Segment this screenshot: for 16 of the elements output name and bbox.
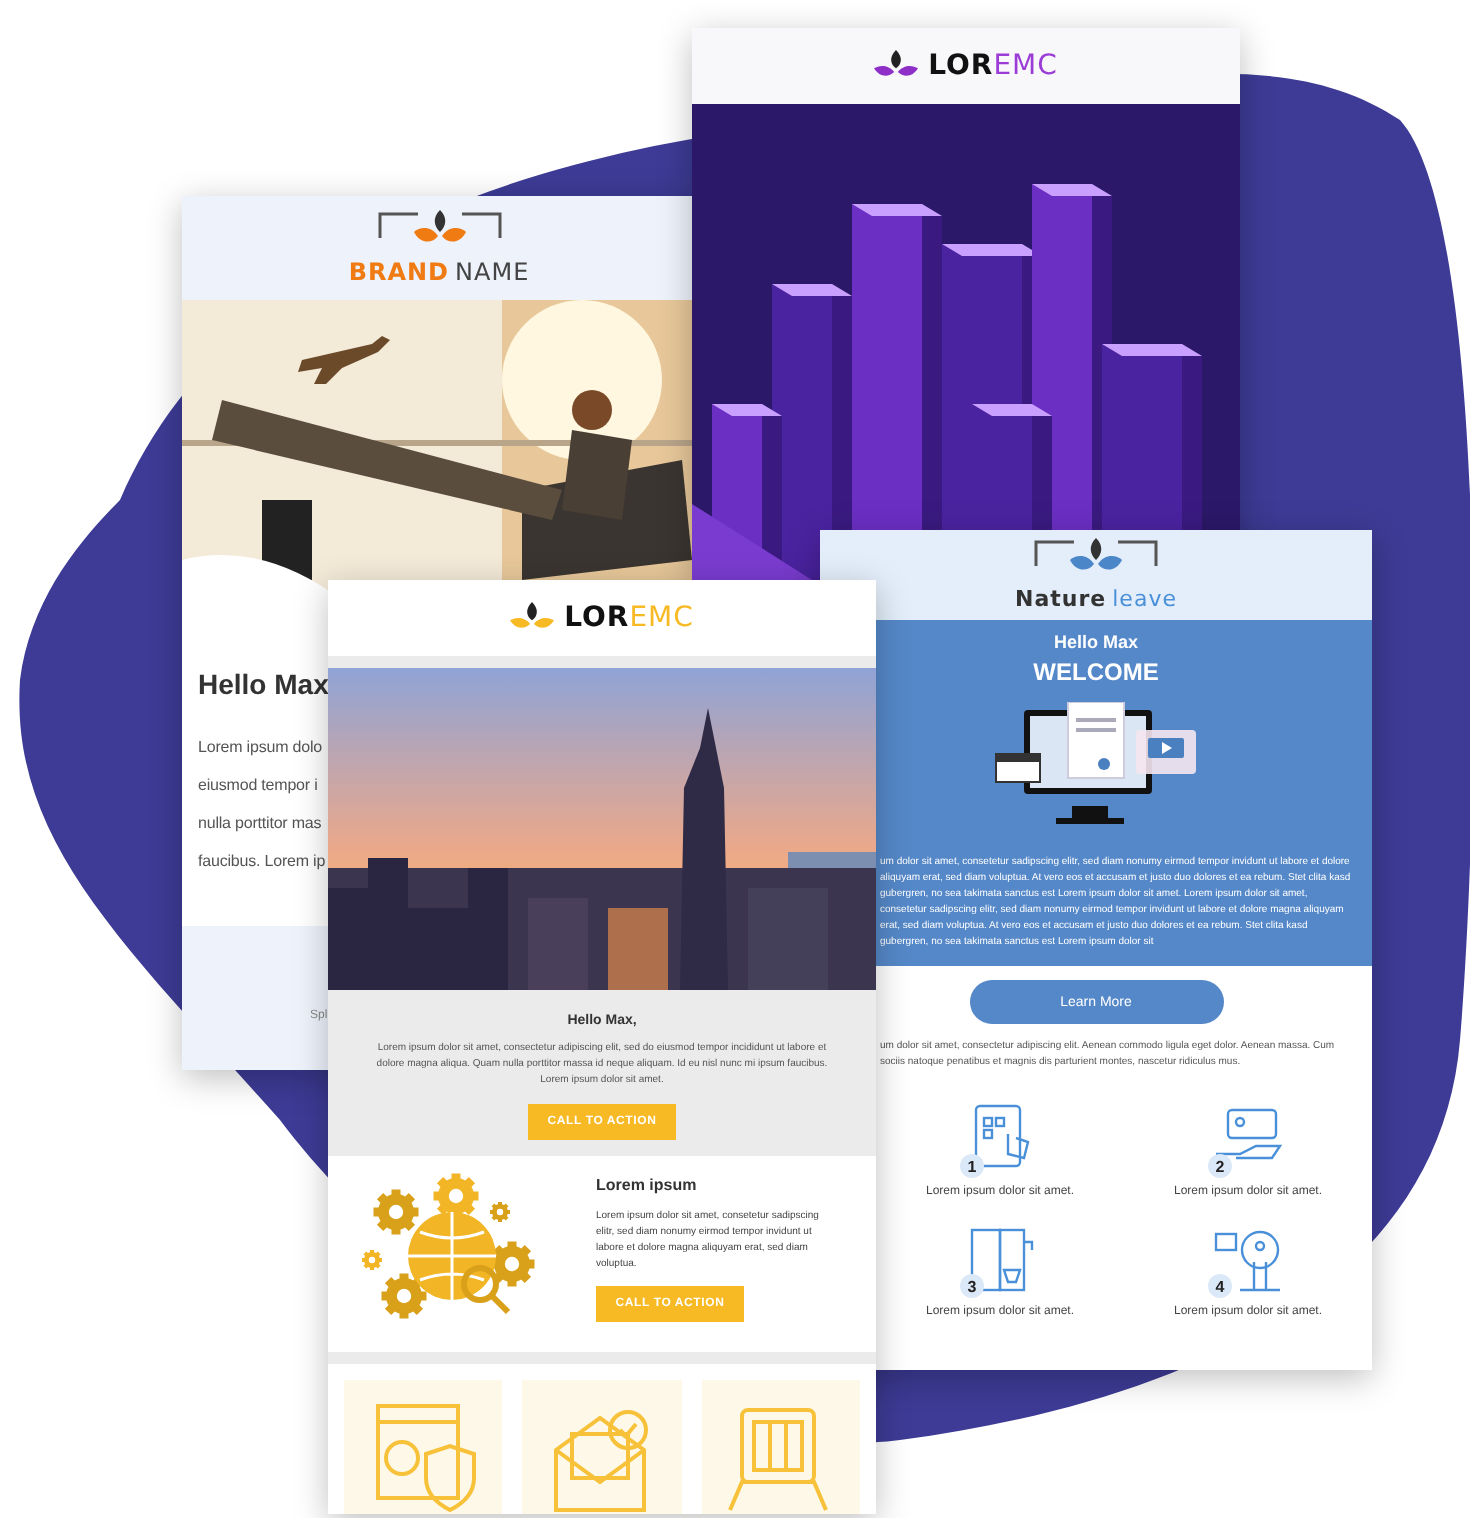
greeting: Hello Max — [198, 668, 331, 700]
brand-logo: LOREMC — [564, 602, 694, 634]
greeting: Hello Max — [1053, 632, 1138, 652]
brand-logo: LOREMC — [928, 50, 1058, 82]
brand-logo: Nature leave — [1015, 586, 1177, 612]
body-text-line: eiusmod tempor i — [198, 774, 320, 798]
step-number: 2 — [1208, 1154, 1232, 1178]
brand-logo: BRAND NAME — [348, 258, 530, 286]
body-text-line: nulla porttitor mas — [198, 812, 324, 836]
body-text-line: Lorem ipsum dolo — [198, 736, 324, 760]
step-number: 1 — [960, 1154, 984, 1178]
step-number: 3 — [960, 1274, 984, 1298]
step-number: 4 — [1208, 1274, 1232, 1298]
section-title: Lorem ipsum — [596, 1176, 697, 1194]
headline: WELCOME — [1033, 658, 1159, 686]
body-text-line: faucibus. Lorem ip — [198, 850, 328, 874]
